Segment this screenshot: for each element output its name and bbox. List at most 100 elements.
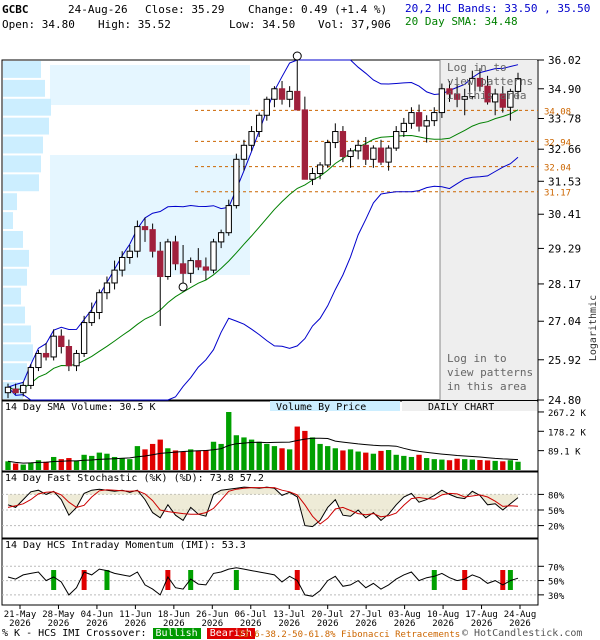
- bullish-crossover-marker: [51, 570, 57, 590]
- vbp-bar: [3, 155, 41, 173]
- bullish-crossover-marker: [233, 570, 239, 590]
- candle-body: [271, 88, 278, 100]
- candle-body: [164, 241, 172, 278]
- footer-legend: % K - HCS IMI Crossover: Bullish Bearish: [2, 628, 255, 639]
- candle-body: [431, 112, 438, 122]
- price-tick-label: 32.66: [548, 143, 581, 156]
- stoch-tick-label: 50%: [548, 507, 565, 517]
- volume-bar: [127, 459, 133, 470]
- price-tick-label: 33.78: [548, 112, 581, 125]
- login-text-line: view patterns: [447, 366, 533, 379]
- volume-bar: [431, 459, 437, 470]
- imi-panel: 14 Day HCS Intraday Momentum (IMI): 53.3…: [1, 538, 565, 606]
- candle-body: [400, 122, 407, 133]
- candle-body: [88, 312, 95, 324]
- volume-bar: [500, 461, 506, 470]
- volume-bar: [81, 454, 87, 470]
- candle-body: [4, 386, 12, 394]
- volume-bar: [203, 450, 209, 470]
- candle-body: [27, 367, 35, 386]
- y-axis-label: Logarithmic: [588, 295, 599, 361]
- candle-body: [217, 232, 225, 243]
- stochastic-panel: 14 Day Fast Stochastic (%K) (%D): 73.8 5…: [1, 471, 565, 539]
- volume-bar: [363, 452, 369, 470]
- volume-bar: [401, 455, 407, 470]
- volume-bar: [340, 450, 346, 470]
- bullish-crossover-marker: [431, 570, 437, 590]
- candle-body: [332, 131, 339, 144]
- volume-bar: [5, 461, 11, 470]
- candle-body: [119, 256, 126, 271]
- volume-bar: [317, 443, 323, 470]
- volume-tick-label: 89.1 K: [548, 448, 581, 458]
- volume-bar: [355, 451, 361, 470]
- volume-sma-label: 14 Day SMA Volume: 30.5 K: [5, 402, 156, 413]
- imi-tick-label: 70%: [548, 563, 565, 573]
- volume-bar: [469, 459, 475, 470]
- price-tick-label: 28.17: [548, 278, 581, 291]
- volume-bar: [188, 449, 194, 470]
- bearish-crossover-marker: [500, 570, 506, 590]
- candle-body: [347, 150, 354, 157]
- vbp-bar: [3, 193, 17, 211]
- volume-bar: [462, 459, 468, 470]
- vbp-bar: [3, 117, 49, 135]
- volume-bar: [119, 458, 125, 470]
- volume-bar: [195, 450, 201, 470]
- x-axis: 21-May202628-May202604-Jun202611-Jun2026…: [4, 605, 536, 629]
- candle-body: [377, 147, 385, 163]
- x-tick-year: 2026: [355, 619, 377, 629]
- bearish-crossover-marker: [462, 570, 468, 590]
- price-tick-label: 34.90: [548, 83, 581, 96]
- candle-body: [256, 114, 263, 133]
- fib-label: 31.17: [544, 189, 571, 199]
- candle-body: [58, 335, 65, 348]
- candle-body: [103, 282, 111, 294]
- candle-body: [195, 260, 202, 268]
- volume-bar: [134, 446, 141, 470]
- candle-body: [408, 112, 415, 124]
- candle-body: [80, 322, 88, 354]
- imi-label: 14 Day HCS Intraday Momentum (IMI): 53.3: [5, 540, 246, 551]
- candle-body: [339, 131, 347, 157]
- volume-bar: [492, 460, 498, 470]
- price-panel: 34.0832.9432.0431.17 36.0234.9033.7832.6…: [1, 51, 599, 407]
- candle-body: [20, 384, 27, 394]
- vbp-bar: [3, 231, 23, 248]
- volume-bar: [385, 450, 392, 470]
- candle-body: [73, 352, 80, 367]
- vbp-bar: [3, 249, 29, 267]
- volume-bar: [89, 455, 95, 470]
- candle-body: [362, 144, 369, 160]
- volume-bar: [172, 450, 179, 470]
- candle-body: [278, 88, 286, 100]
- volume-bar: [378, 450, 384, 470]
- volume-bar: [226, 412, 232, 470]
- volume-bar: [446, 460, 453, 470]
- candle-body: [438, 88, 446, 114]
- volume-bar: [264, 443, 270, 470]
- imi-tick-label: 30%: [548, 592, 565, 602]
- candle-body: [263, 98, 270, 116]
- candle-body: [96, 292, 103, 314]
- volume-tick-label: 178.2 K: [548, 428, 587, 438]
- copyright: © HotCandlestick.com: [462, 628, 583, 639]
- candle-body: [415, 112, 423, 127]
- candle-body: [179, 263, 187, 274]
- candle-body: [324, 142, 331, 166]
- vbp-bar: [3, 325, 31, 343]
- candle-body: [111, 269, 118, 284]
- candle-body: [202, 266, 210, 271]
- candle-body: [393, 131, 400, 149]
- candle-body: [126, 250, 133, 258]
- volume-panel: 14 Day SMA Volume: 30.5 K Volume By Pric…: [1, 400, 587, 472]
- volume-bar: [286, 449, 293, 470]
- volume-bar: [73, 460, 80, 470]
- candle-body: [354, 144, 362, 152]
- volume-bar: [35, 460, 42, 470]
- volume-bar: [233, 435, 240, 470]
- candle-body: [157, 250, 164, 278]
- volume-bar: [332, 448, 338, 470]
- pattern-area: [440, 60, 537, 400]
- stoch-tick-label: 80%: [548, 491, 565, 501]
